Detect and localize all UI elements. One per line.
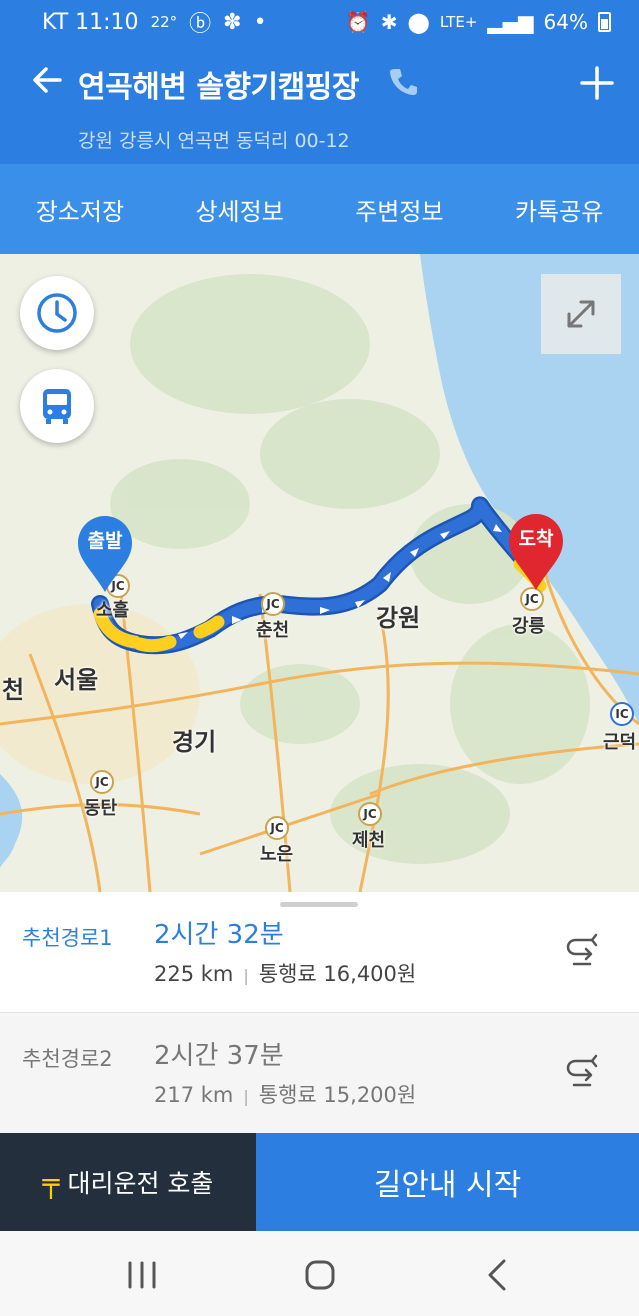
route-detail: 217 km | 통행료 15,200원 bbox=[154, 1079, 416, 1109]
drag-handle[interactable] bbox=[280, 902, 358, 907]
separator: | bbox=[243, 966, 249, 985]
route-distance: 217 km bbox=[154, 1083, 234, 1107]
temperature: 22° bbox=[150, 13, 178, 31]
carrier-time: KT 11:10 bbox=[42, 9, 139, 35]
start-navigation-button[interactable]: 길안내 시작 bbox=[256, 1133, 639, 1231]
route-switch-icon[interactable] bbox=[562, 932, 602, 972]
tab-save-place[interactable]: 장소저장 bbox=[0, 164, 160, 254]
back-arrow-icon[interactable] bbox=[30, 62, 66, 98]
phone-icon[interactable] bbox=[388, 66, 418, 96]
map-label-soheul: 소흘 bbox=[96, 600, 130, 621]
departure-time-button[interactable] bbox=[20, 276, 94, 350]
end-pin-icon bbox=[509, 514, 563, 590]
fan-icon: ✽ bbox=[223, 9, 242, 35]
map-label-gangwon: 강원 bbox=[376, 604, 421, 632]
call-designated-driver-button[interactable]: ╤ 대리운전 호출 bbox=[0, 1133, 256, 1231]
bus-icon bbox=[43, 389, 71, 424]
tab-kakao-share[interactable]: 카톡공유 bbox=[479, 164, 639, 254]
map-label-geundeok: 근덕 bbox=[603, 732, 637, 753]
battery-percent: 64% bbox=[543, 10, 588, 34]
start-pin-icon bbox=[78, 516, 132, 592]
expand-icon bbox=[567, 300, 595, 328]
map-label-incheon-partial: 천 bbox=[2, 676, 25, 704]
app-notification-icon: ⓑ bbox=[189, 12, 212, 37]
jc-badge: JC bbox=[358, 802, 382, 826]
signal-icon: ▂▄▆ bbox=[487, 10, 534, 34]
back-icon[interactable] bbox=[478, 1255, 518, 1295]
start-pin[interactable]: 출발 bbox=[72, 512, 138, 596]
action-tabs: 장소저장 상세정보 주변정보 카톡공유 bbox=[0, 164, 639, 254]
end-pin[interactable]: 도착 bbox=[503, 510, 569, 594]
route-distance: 225 km bbox=[154, 962, 234, 986]
route-list: 추천경로1 2시간 32분 225 km | 통행료 16,400원 추천경로2 2… bbox=[0, 892, 639, 1133]
route-toll: 통행료 16,400원 bbox=[258, 962, 417, 986]
status-left: KT 11:10 22° ⓑ ✽ • bbox=[42, 6, 267, 38]
jc-badge: JC bbox=[90, 770, 114, 794]
route-map[interactable]: 소흘 서울 경기 동탄 노은 춘천 강원 강릉 제천 근덕 천 JC JC JC… bbox=[0, 254, 639, 892]
ic-badge: IC bbox=[610, 702, 634, 726]
jc-badge: JC bbox=[261, 592, 285, 616]
bluetooth-icon: ✱ bbox=[380, 10, 398, 34]
dot-icon: • bbox=[253, 9, 267, 35]
map-label-noeun: 노은 bbox=[260, 844, 294, 865]
bottom-action-bar: ╤ 대리운전 호출 길안내 시작 bbox=[0, 1133, 639, 1231]
map-label-jecheon: 제천 bbox=[352, 830, 386, 851]
recent-apps-icon[interactable] bbox=[122, 1255, 162, 1295]
public-transit-button[interactable] bbox=[20, 369, 94, 443]
status-right: ⏰ ✱ ⬤ LTE+ ▂▄▆ 64% bbox=[346, 10, 611, 34]
map-label-gangneung: 강릉 bbox=[512, 616, 546, 637]
place-address: 강원 강릉시 연곡면 동덕리 00-12 bbox=[78, 130, 350, 152]
clock-icon bbox=[37, 293, 77, 333]
route-label: 추천경로2 bbox=[22, 1047, 113, 1071]
network-label: LTE+ bbox=[439, 13, 478, 31]
system-nav-bar bbox=[0, 1231, 639, 1316]
map-label-chuncheon: 춘천 bbox=[256, 620, 290, 641]
map-label-gyeonggi: 경기 bbox=[172, 728, 217, 756]
start-pin-label: 출발 bbox=[87, 530, 123, 552]
home-icon[interactable] bbox=[300, 1255, 340, 1295]
place-title: 연곡해변 솔향기캠핑장 bbox=[78, 70, 359, 105]
tab-nearby[interactable]: 주변정보 bbox=[320, 164, 480, 254]
congestion-segment bbox=[133, 635, 177, 653]
end-pin-label: 도착 bbox=[518, 528, 554, 550]
route-detail: 225 km | 통행료 16,400원 bbox=[154, 958, 416, 988]
header: 연곡해변 솔향기캠핑장 강원 강릉시 연곡면 동덕리 00-12 bbox=[0, 44, 639, 164]
route-option-1[interactable]: 추천경로1 2시간 32분 225 km | 통행료 16,400원 bbox=[0, 892, 639, 1012]
kakao-t-logo-icon: ╤ bbox=[42, 1165, 60, 1199]
fullscreen-button[interactable] bbox=[541, 274, 621, 354]
route-label: 추천경로1 bbox=[22, 926, 113, 950]
tab-details[interactable]: 상세정보 bbox=[160, 164, 320, 254]
route-switch-icon[interactable] bbox=[562, 1053, 602, 1093]
route-time: 2시간 32분 bbox=[154, 920, 284, 950]
battery-icon bbox=[598, 12, 611, 32]
driver-button-label: 대리운전 호출 bbox=[67, 1169, 214, 1198]
location-icon: ⬤ bbox=[407, 10, 430, 34]
route-toll: 통행료 15,200원 bbox=[258, 1083, 417, 1107]
route-option-2[interactable]: 추천경로2 2시간 37분 217 km | 통행료 15,200원 bbox=[0, 1013, 639, 1133]
map-label-dongtan: 동탄 bbox=[84, 798, 118, 819]
route-time: 2시간 37분 bbox=[154, 1041, 284, 1071]
jc-badge: JC bbox=[265, 816, 289, 840]
status-bar: KT 11:10 22° ⓑ ✽ • ⏰ ✱ ⬤ LTE+ ▂▄▆ 64% bbox=[0, 0, 639, 44]
alarm-icon: ⏰ bbox=[345, 10, 371, 34]
separator: | bbox=[243, 1087, 249, 1106]
map-label-seoul: 서울 bbox=[54, 666, 99, 694]
add-icon[interactable] bbox=[578, 64, 616, 102]
